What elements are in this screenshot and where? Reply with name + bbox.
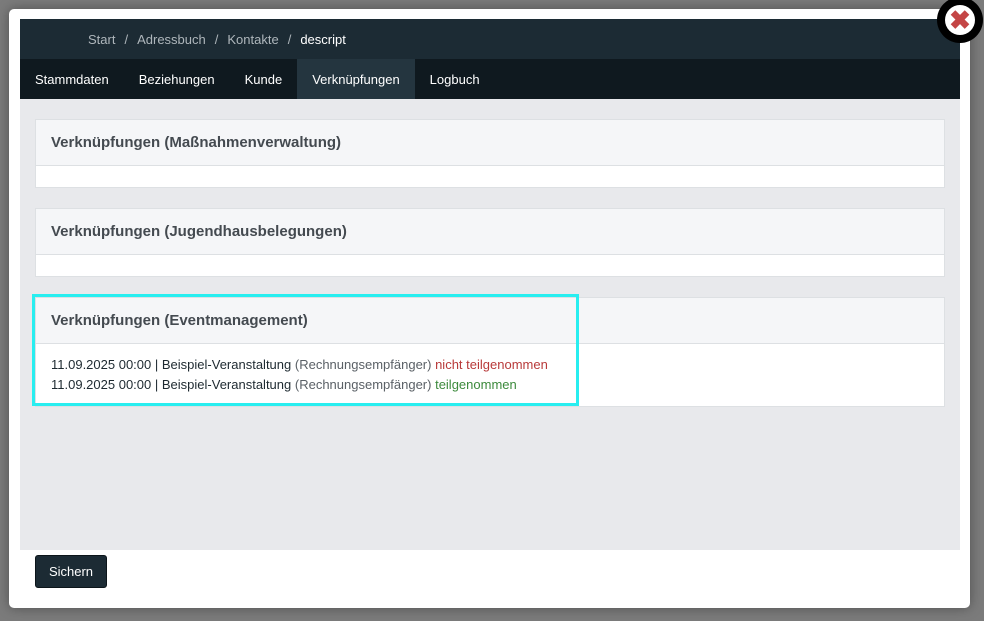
breadcrumb-current: descript (300, 31, 346, 47)
status-text: teilgenommen (435, 377, 517, 392)
tab-beziehungen[interactable]: Beziehungen (124, 59, 230, 99)
panel-massnahmen: Verknüpfungen (Maßnahmenverwaltung) (35, 119, 945, 188)
event-datetime: 11.09.2025 00:00 (51, 377, 152, 392)
modal-content: Start / Adressbuch / Kontakte / descript… (20, 19, 960, 600)
event-role: (Rechnungsempfänger) (294, 377, 432, 392)
breadcrumb-start[interactable]: Start (88, 32, 115, 47)
breadcrumb-separator: / (214, 31, 219, 47)
tab-logbuch[interactable]: Logbuch (415, 59, 495, 99)
list-item: 11.09.2025 00:00 | Beispiel-Veranstaltun… (51, 375, 929, 395)
tab-bar: Stammdaten Beziehungen Kunde Verknüpfung… (20, 59, 960, 99)
breadcrumb-separator: / (124, 31, 129, 47)
tab-kunde[interactable]: Kunde (230, 59, 298, 99)
panel-jugendhaus: Verknüpfungen (Jugendhausbelegungen) (35, 208, 945, 277)
panel-body (36, 255, 944, 276)
breadcrumb-kontakte[interactable]: Kontakte (227, 32, 278, 47)
row-separator: | (154, 377, 159, 392)
event-link[interactable]: Beispiel-Veranstaltung (162, 377, 291, 392)
breadcrumb-adressbuch[interactable]: Adressbuch (137, 32, 206, 47)
tab-verknuepfungen[interactable]: Verknüpfungen (297, 59, 415, 99)
tab-stammdaten[interactable]: Stammdaten (20, 59, 124, 99)
list-item: 11.09.2025 00:00 | Beispiel-Veranstaltun… (51, 355, 929, 375)
save-button[interactable]: Sichern (35, 555, 107, 588)
status-text: nicht teilgenommen (435, 357, 548, 372)
panel-body (36, 166, 944, 187)
event-role: (Rechnungsempfänger) (294, 357, 432, 372)
row-separator: | (154, 357, 159, 372)
panel-title: Verknüpfungen (Eventmanagement) (36, 298, 944, 344)
close-button[interactable]: ✖ (937, 0, 983, 43)
tab-content: Verknüpfungen (Maßnahmenverwaltung) Verk… (20, 99, 960, 407)
panel-title: Verknüpfungen (Jugendhausbelegungen) (36, 209, 944, 255)
event-link[interactable]: Beispiel-Veranstaltung (162, 357, 291, 372)
close-icon: ✖ (945, 5, 975, 35)
breadcrumb: Start / Adressbuch / Kontakte / descript (20, 19, 960, 59)
panel-eventmanagement: Verknüpfungen (Eventmanagement) 11.09.20… (35, 297, 945, 407)
modal-dialog: Start / Adressbuch / Kontakte / descript… (9, 9, 970, 608)
panel-body: 11.09.2025 00:00 | Beispiel-Veranstaltun… (36, 344, 944, 406)
breadcrumb-separator: / (287, 31, 292, 47)
panel-title: Verknüpfungen (Maßnahmenverwaltung) (36, 120, 944, 166)
modal-footer: Sichern (20, 550, 960, 600)
event-datetime: 11.09.2025 00:00 (51, 357, 152, 372)
